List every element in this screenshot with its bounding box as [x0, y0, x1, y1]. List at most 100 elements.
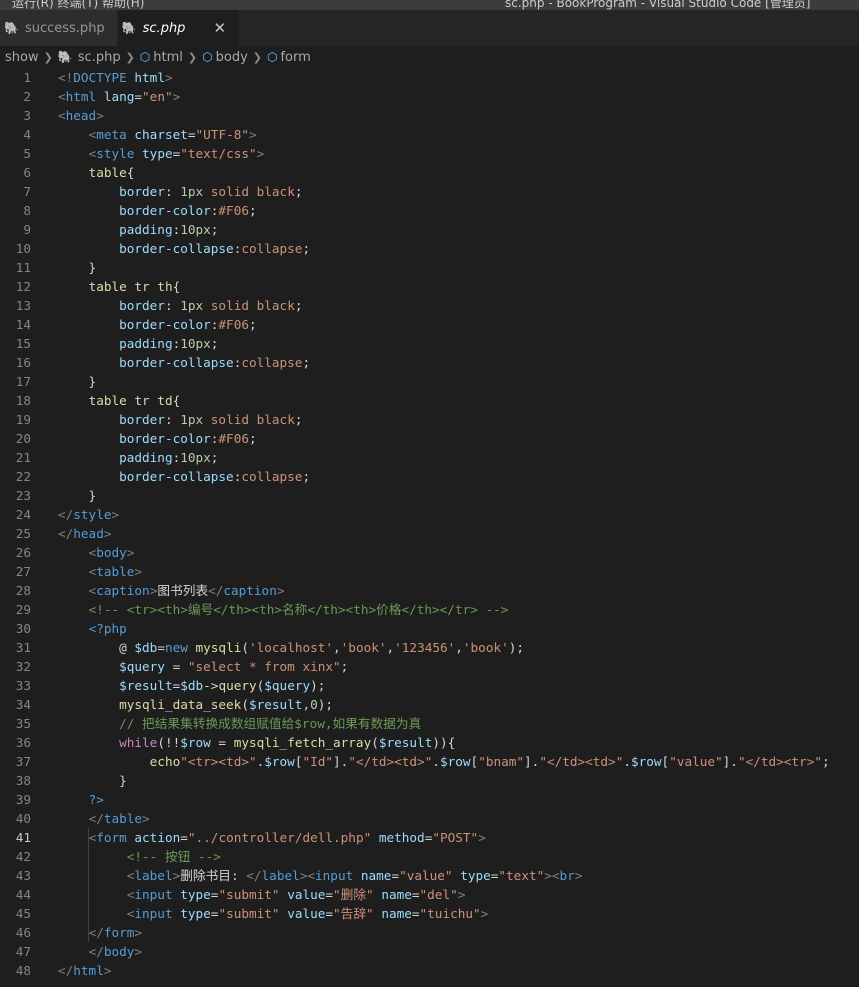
code-token: name	[381, 887, 412, 902]
code-line[interactable]: 17 }	[0, 372, 859, 391]
code-line[interactable]: 9 padding:10px;	[0, 220, 859, 239]
code-line[interactable]: 20 border-color:#F06;	[0, 429, 859, 448]
code-line[interactable]: 3 <head>	[0, 106, 859, 125]
code-token: input	[315, 868, 354, 883]
code-token: "POST"	[432, 830, 479, 845]
code-line[interactable]: 25 </head>	[0, 524, 859, 543]
code-token: </	[58, 963, 74, 978]
code-token: border-color	[119, 203, 211, 218]
code-line[interactable]: 5 <style type="text/css">	[0, 144, 859, 163]
code-line[interactable]: 37 echo"<tr><td>".$row["Id"]."</td><td>"…	[0, 752, 859, 771]
line-number: 30	[15, 621, 31, 636]
code-token: charset	[134, 127, 188, 142]
code-line[interactable]: 30 <?php	[0, 619, 859, 638]
code-token: border-collapse	[119, 469, 234, 484]
code-line[interactable]: 31 @ $db=new mysqli('localhost','book','…	[0, 638, 859, 657]
code-line[interactable]: 38 }	[0, 771, 859, 790]
code-line[interactable]: 26 <body>	[0, 543, 859, 562]
code-line[interactable]: 21 padding:10px;	[0, 448, 859, 467]
line-number: 9	[23, 222, 31, 237]
code-line[interactable]: 47 </body>	[0, 942, 859, 961]
code-token: DOCTYPE	[73, 70, 127, 85]
menu-bar[interactable]: 运行(R) 终端(T) 帮助(H)	[12, 0, 144, 10]
code-line[interactable]: 46 </form>	[0, 923, 859, 942]
code-line[interactable]: 18 table tr td{	[0, 391, 859, 410]
code-line[interactable]: 27 <table>	[0, 562, 859, 581]
code-line[interactable]: 23 }	[0, 486, 859, 505]
code-line[interactable]: 43 <label>删除书目: </label><input name="val…	[0, 866, 859, 885]
code-line[interactable]: 10 border-collapse:collapse;	[0, 239, 859, 258]
code-token: 'localhost'	[249, 640, 334, 655]
code-line[interactable]: 28 <caption>图书列表</caption>	[0, 581, 859, 600]
code-token: {	[126, 165, 135, 180]
code-line[interactable]: 6 table{	[0, 163, 859, 182]
code-text: <form action="../controller/dell.php" me…	[58, 828, 486, 847]
code-line[interactable]: 42 <!-- 按钮 -->	[0, 847, 859, 866]
code-line[interactable]: 1 <!DOCTYPE html>	[0, 68, 859, 87]
code-token: caption	[223, 583, 277, 598]
code-token: );	[508, 640, 525, 655]
code-line[interactable]: 19 border: 1px solid black;	[0, 410, 859, 429]
line-number: 40	[15, 811, 31, 826]
code-token: "value"	[669, 754, 723, 769]
tab-success-php[interactable]: 🐘 success.php	[0, 10, 118, 46]
code-line[interactable]: 40 </table>	[0, 809, 859, 828]
code-line[interactable]: 48 </html>	[0, 961, 859, 980]
code-line[interactable]: 8 border-color:#F06;	[0, 201, 859, 220]
code-line[interactable]: 16 border-collapse:collapse;	[0, 353, 859, 372]
code-token: head	[65, 108, 97, 123]
code-token: ;	[821, 754, 830, 769]
breadcrumb-form[interactable]: form	[280, 50, 310, 65]
php-elephant-icon: 🐘	[57, 50, 73, 64]
line-number: 13	[15, 298, 31, 313]
tab-sc-php[interactable]: 🐘 sc.php ✕	[117, 10, 240, 46]
code-token: 删除书目:	[180, 868, 247, 883]
code-line[interactable]: 13 border: 1px solid black;	[0, 296, 859, 315]
line-number: 16	[15, 355, 31, 370]
code-token: (	[371, 735, 379, 750]
breadcrumb-html[interactable]: html	[153, 50, 183, 65]
code-line[interactable]: 2 <html lang="en">	[0, 87, 859, 106]
code-line[interactable]: 11 }	[0, 258, 859, 277]
code-token: mysqli_fetch_array	[233, 735, 372, 750]
code-text: border-collapse:collapse;	[58, 239, 310, 258]
code-line[interactable]: 12 table tr th{	[0, 277, 859, 296]
code-token: ;	[302, 241, 311, 256]
code-token: 1px	[180, 412, 204, 427]
code-line[interactable]: 14 border-color:#F06;	[0, 315, 859, 334]
code-line[interactable]: 35 // 把结果集转换成数组赋值给$row,如果有数据为真	[0, 714, 859, 733]
code-line[interactable]: 36 while(!!$row = mysqli_fetch_array($re…	[0, 733, 859, 752]
code-token: table tr th	[88, 279, 173, 294]
code-line[interactable]: 22 border-collapse:collapse;	[0, 467, 859, 486]
code-token: style	[96, 146, 135, 161]
code-line[interactable]: 15 padding:10px;	[0, 334, 859, 353]
close-icon[interactable]: ✕	[213, 19, 226, 37]
code-line[interactable]: 24 </style>	[0, 505, 859, 524]
breadcrumb-body[interactable]: body	[216, 50, 248, 65]
code-line[interactable]: 39 ?>	[0, 790, 859, 809]
code-line[interactable]: 45 <input type="submit" value="告辞" name=…	[0, 904, 859, 923]
code-line[interactable]: 44 <input type="submit" value="删除" name=…	[0, 885, 859, 904]
code-line[interactable]: 7 border: 1px solid black;	[0, 182, 859, 201]
code-line[interactable]: 33 $result=$db->query($query);	[0, 676, 859, 695]
breadcrumb-folder-show[interactable]: show	[5, 50, 39, 65]
code-editor[interactable]: 1 <!DOCTYPE html> 2 <html lang="en"> 3 <head>…	[0, 68, 859, 987]
code-token: @	[58, 640, 135, 655]
breadcrumb-file[interactable]: sc.php	[78, 50, 121, 65]
code-text: border-collapse:collapse;	[58, 467, 310, 486]
code-token: "bnam"	[478, 754, 525, 769]
code-line[interactable]: 34 mysqli_data_seek($result,0);	[0, 695, 859, 714]
code-token: >	[103, 963, 112, 978]
code-line[interactable]: 32 $query = "select * from xinx";	[0, 657, 859, 676]
code-line[interactable]: 4 <meta charset="UTF-8">	[0, 125, 859, 144]
code-line[interactable]: 41 <form action="../controller/dell.php"…	[0, 828, 859, 847]
symbol-cube-icon: ⬡	[139, 50, 151, 64]
line-number: 34	[15, 697, 31, 712]
code-line[interactable]: 29 <!-- <tr><th>编号</th><th>名称</th><th>价格…	[0, 600, 859, 619]
